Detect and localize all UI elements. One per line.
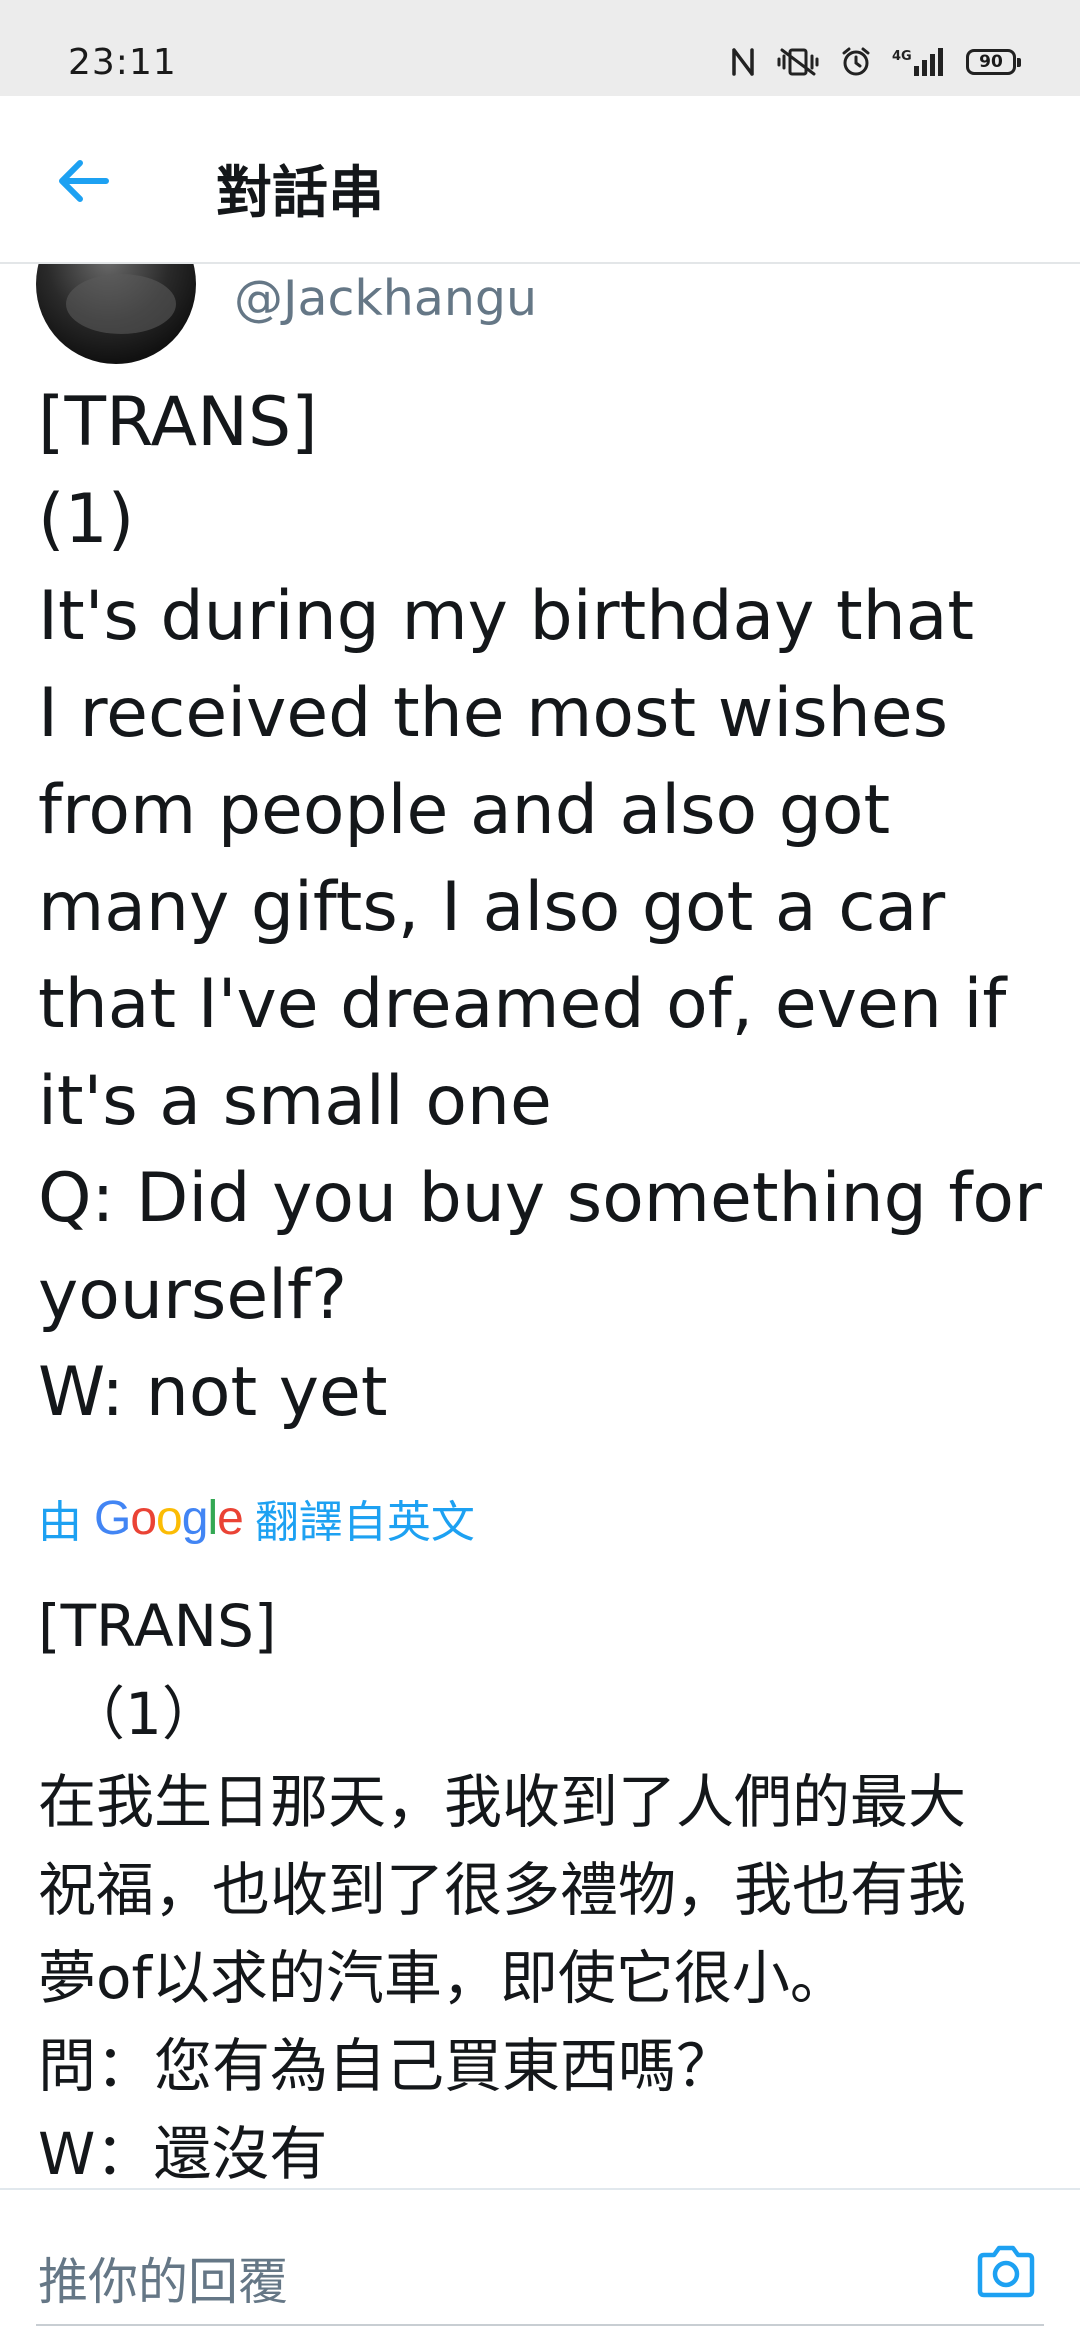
svg-text:4G: 4G bbox=[892, 49, 912, 64]
thread-content[interactable]: @Jackhangu [TRANS] (1) It's during my bi… bbox=[0, 264, 1080, 2188]
translation-attribution[interactable]: 由 Google 翻譯自英文 bbox=[38, 1486, 475, 1550]
signal-4g-icon: 4G bbox=[892, 46, 946, 78]
battery-icon: 90 bbox=[966, 49, 1021, 75]
user-handle[interactable]: @Jackhangu bbox=[234, 270, 537, 327]
page-title: 對話串 bbox=[216, 161, 384, 226]
nfc-icon bbox=[730, 46, 756, 78]
translate-suffix: 翻譯自英文 bbox=[254, 1497, 475, 1548]
status-bar: 23:11 4G 90 bbox=[0, 0, 1080, 96]
reply-input[interactable]: 推你的回覆 bbox=[38, 2242, 288, 2314]
vibrate-icon bbox=[776, 46, 820, 78]
arrow-left-icon bbox=[59, 160, 109, 202]
reply-bar: 推你的回覆 bbox=[0, 2188, 1080, 2340]
translated-tweet-text: [TRANS] （1） 在我生日那天，我收到了人們的最大 祝福，也收到了很多禮物… bbox=[38, 1592, 967, 2188]
status-time: 23:11 bbox=[68, 42, 177, 83]
avatar[interactable] bbox=[36, 264, 196, 364]
back-button[interactable] bbox=[48, 146, 118, 216]
camera-icon bbox=[977, 2245, 1035, 2298]
translate-prefix: 由 bbox=[38, 1497, 82, 1548]
tweet-text: [TRANS] (1) It's during my birthday that… bbox=[38, 383, 1042, 1432]
top-nav-bar: 對話串 bbox=[0, 96, 1080, 264]
google-logo: Google bbox=[94, 1491, 244, 1545]
status-icons: 4G 90 bbox=[730, 46, 1021, 78]
bottom-divider bbox=[36, 2324, 1044, 2326]
camera-button[interactable] bbox=[966, 2232, 1046, 2312]
alarm-icon bbox=[840, 46, 872, 78]
